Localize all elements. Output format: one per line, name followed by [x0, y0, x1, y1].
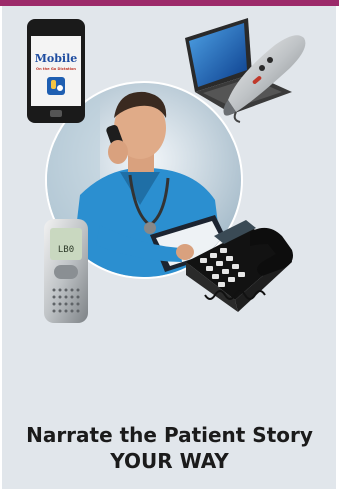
- dictation-illustration: Mobile On the Go Dictation LB0: [27, 18, 306, 323]
- digital-recorder-icon: LB0: [44, 219, 88, 323]
- app-logo-text: Mobile: [35, 52, 78, 65]
- promo-card: Mobile On the Go Dictation LB0 Narrate t…: [0, 0, 339, 491]
- caption-line-1: Narrate the Patient Story: [26, 423, 313, 447]
- smartphone-icon: Mobile On the Go Dictation: [27, 19, 85, 123]
- app-tagline: On the Go Dictation: [36, 67, 76, 71]
- recorder-screen-text: LB0: [58, 245, 74, 255]
- caption-line-2: YOUR WAY: [110, 449, 229, 473]
- promo-caption: Narrate the Patient Story YOUR WAY: [0, 422, 339, 474]
